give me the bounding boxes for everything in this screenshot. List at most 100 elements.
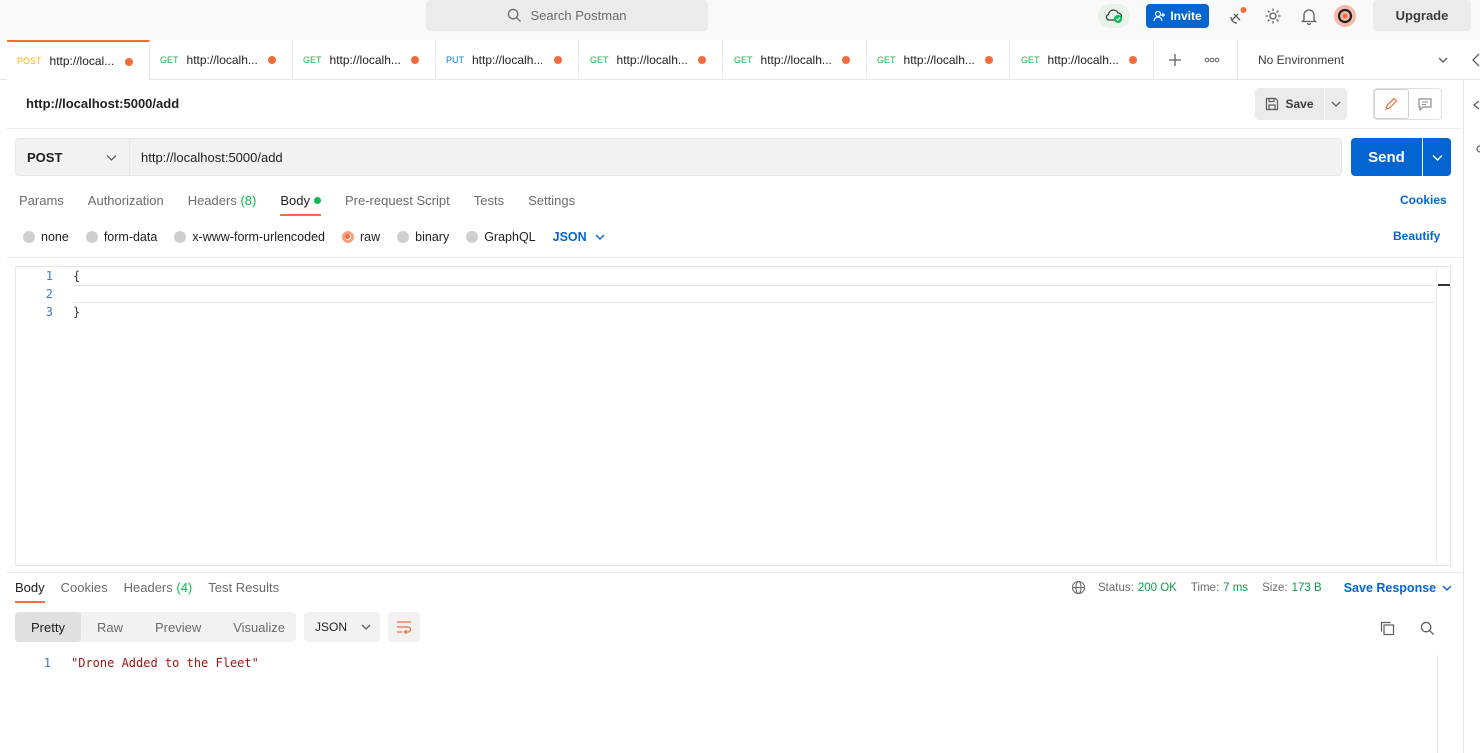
request-tab[interactable]: PUT http://localh... [436,40,579,80]
notifications-button[interactable] [1299,6,1319,26]
globe-icon[interactable] [1071,580,1086,595]
tab-url: http://localh... [329,53,400,67]
radio[interactable] [397,231,410,243]
method-value: POST [27,149,63,165]
sync-status-button[interactable] [1098,4,1130,28]
line-number: 1 [45,269,53,283]
chevron-left-icon[interactable] [1471,53,1480,67]
tab-body[interactable]: Body [280,186,321,216]
radio[interactable] [85,231,98,243]
request-tab[interactable]: GET http://localh... [293,40,436,80]
satellite-button[interactable] [1228,6,1248,26]
status-value[interactable]: 200 OK [1138,582,1177,594]
tab-tests[interactable]: Tests [474,186,504,216]
response-scrollbar[interactable] [1437,655,1451,753]
request-tab[interactable]: GET http://localh... [150,40,293,80]
response-tab-headers[interactable]: Headers (4) [124,579,193,603]
tab-url: http://localh... [186,53,257,67]
method-selector[interactable]: POST [15,138,130,176]
cookies-link[interactable]: Cookies [1400,193,1447,207]
body-language-label: JSON [552,230,587,244]
save-label: Save [1285,97,1314,111]
body-type-label: none [41,230,69,244]
request-title[interactable]: http://localhost:5000/add [26,96,179,111]
more-tabs-button[interactable] [1200,50,1224,70]
search-icon [508,8,522,23]
body-type-options: none form-data x-www-form-urlencoded raw… [23,229,605,245]
body-type-graphql[interactable]: GraphQL [466,230,536,244]
save-options-button[interactable] [1325,88,1347,120]
edit-mode-button[interactable] [1374,89,1409,119]
view-mode-visualize[interactable]: Visualize [217,612,301,642]
copy-icon [1380,621,1394,635]
global-search-input[interactable]: Search Postman [426,0,708,31]
line-number: 3 [45,305,53,319]
radio[interactable] [466,231,479,243]
comment-icon [1418,97,1432,111]
send-options-button[interactable] [1423,138,1451,176]
tab-settings[interactable]: Settings [528,186,575,216]
wrap-lines-button[interactable] [388,612,420,642]
url-input[interactable]: http://localhost:5000/add [130,138,1342,176]
copy-button[interactable] [1377,618,1397,638]
upgrade-button[interactable]: Upgrade [1373,0,1471,31]
request-body-editor[interactable]: 1 { 2 3 } [15,266,1451,566]
body-type-form-data[interactable]: form-data [85,230,157,244]
response-tab-cookies[interactable]: Cookies [61,579,108,603]
radio[interactable] [23,231,35,243]
avatar[interactable] [1334,5,1356,27]
tab-method: GET [160,55,179,65]
view-mode-raw[interactable]: Raw [81,612,139,642]
tab-authorization[interactable]: Authorization [88,186,164,216]
tab-params[interactable]: Params [19,186,64,216]
tab-url: http://local... [49,54,115,68]
tab-prerequest-script[interactable]: Pre-request Script [345,186,450,216]
body-type-urlencoded[interactable]: x-www-form-urlencoded [174,230,325,244]
chevron-left-icon[interactable] [1472,100,1480,110]
comments-button[interactable] [1409,89,1442,119]
search-response-button[interactable] [1417,618,1437,638]
size-value[interactable]: 173 B [1292,582,1322,594]
response-tab-body[interactable]: Body [15,579,45,603]
tab-headers[interactable]: Headers (8) [188,186,257,216]
gear-icon[interactable] [1472,143,1480,155]
code-line: { [73,269,81,283]
request-tab[interactable]: GET http://localh... [580,40,723,80]
request-tab[interactable]: GET http://localh... [724,40,867,80]
chevron-down-icon [361,624,371,630]
tab-url: http://localh... [1047,53,1118,67]
chevron-down-icon [1442,585,1452,591]
save-button[interactable]: Save [1255,88,1324,120]
environment-selector[interactable]: No Environment [1237,40,1463,80]
tab-method: GET [734,55,753,65]
settings-button[interactable] [1263,6,1283,26]
new-tab-button[interactable] [1163,50,1187,70]
tab-method: GET [1021,55,1040,65]
view-mode-preview[interactable]: Preview [139,612,217,642]
beautify-link[interactable]: Beautify [1393,229,1440,243]
body-type-label: binary [415,230,450,244]
time-value[interactable]: 7 ms [1223,582,1248,594]
body-type-none[interactable]: none [23,230,69,244]
invite-button[interactable]: Invite [1146,4,1209,28]
tab-url: http://localh... [472,53,542,67]
request-tab[interactable]: GET http://localh... [867,40,1010,80]
radio-selected[interactable] [342,231,354,243]
add-user-icon [1153,10,1166,22]
size-label: Size: [1262,581,1288,594]
body-language-selector[interactable]: JSON [553,230,605,244]
editor-scrollbar[interactable] [1436,267,1450,565]
request-tab[interactable]: GET http://localh... [1011,40,1154,80]
save-response-label: Save Response [1343,580,1437,595]
tab-method: GET [303,55,322,65]
request-tab[interactable]: POST http://local... [7,40,150,80]
response-tab-test-results[interactable]: Test Results [208,579,279,603]
radio[interactable] [174,231,187,243]
save-response-button[interactable]: Save Response [1344,581,1452,595]
satellite-icon [1230,7,1247,24]
body-type-raw[interactable]: raw [342,230,380,244]
body-type-binary[interactable]: binary [397,230,449,244]
response-format-selector[interactable]: JSON [304,612,380,642]
view-mode-pretty[interactable]: Pretty [15,612,81,642]
send-button[interactable]: Send [1351,138,1422,176]
